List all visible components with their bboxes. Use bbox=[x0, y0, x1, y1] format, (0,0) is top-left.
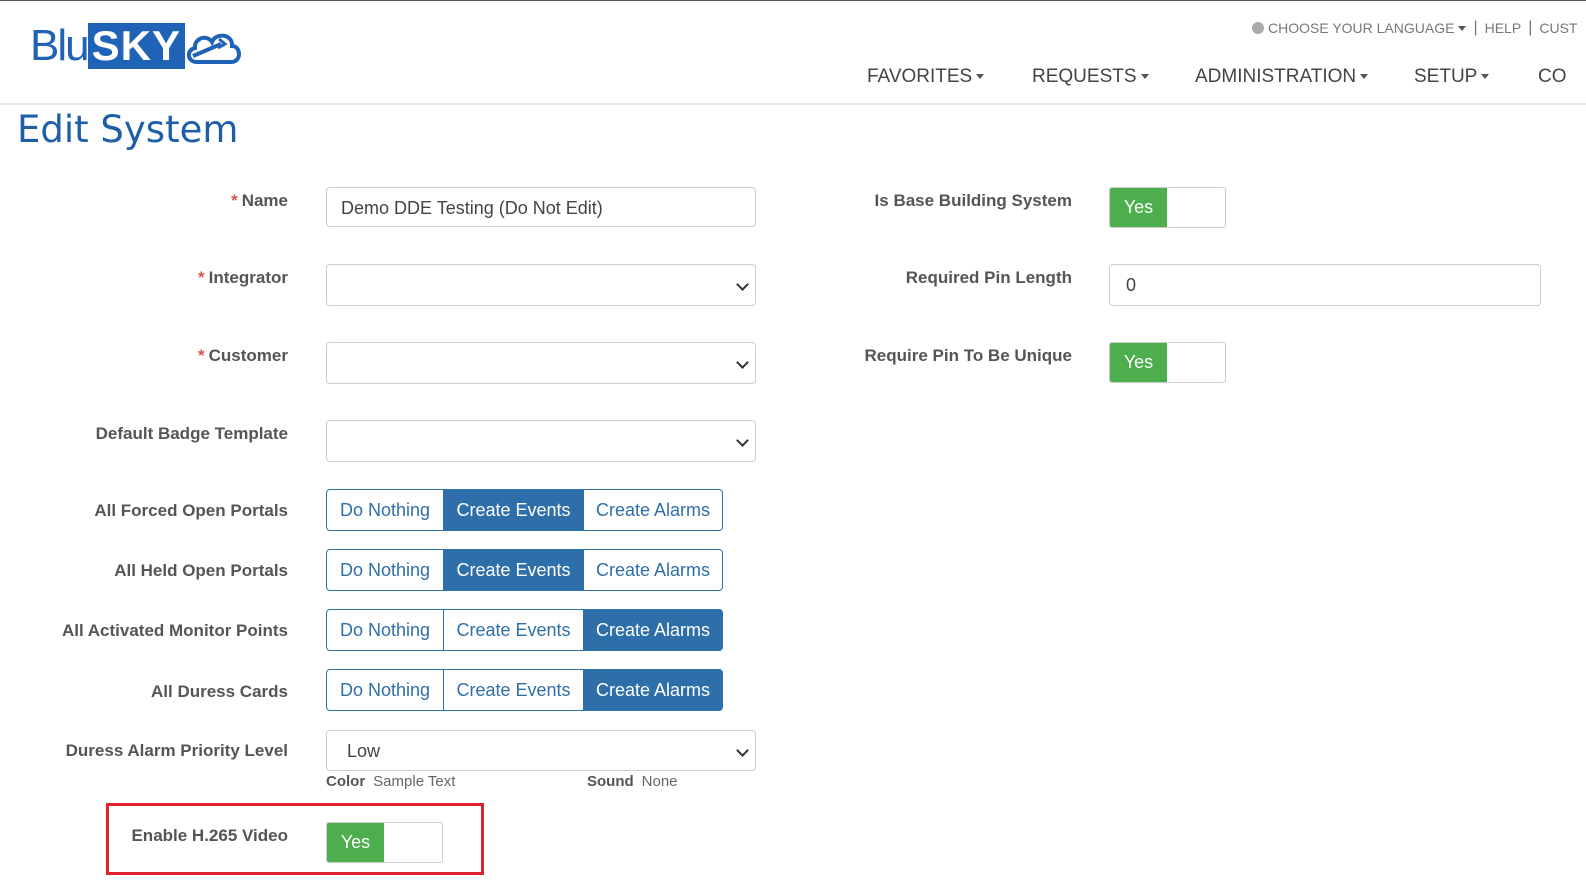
held-open-label: All Held Open Portals bbox=[114, 561, 288, 580]
name-input[interactable]: Demo DDE Testing (Do Not Edit) bbox=[326, 187, 756, 227]
held-open-do-nothing[interactable]: Do Nothing bbox=[326, 549, 444, 591]
duress-cards-label: All Duress Cards bbox=[151, 682, 288, 701]
forced-open-do-nothing[interactable]: Do Nothing bbox=[326, 489, 444, 531]
customer-label-text: Customer bbox=[208, 346, 288, 365]
duress-cards-create-alarms[interactable]: Create Alarms bbox=[583, 669, 723, 711]
globe-icon bbox=[1252, 22, 1264, 34]
cloud-icon bbox=[186, 33, 241, 64]
monitor-points-create-events[interactable]: Create Events bbox=[443, 609, 584, 651]
caret-down-icon bbox=[1140, 74, 1149, 80]
nav-requests-label: REQUESTS bbox=[1032, 66, 1137, 87]
nav-more-label: CO bbox=[1538, 66, 1567, 87]
duress-priority-label: Duress Alarm Priority Level bbox=[65, 741, 288, 760]
help-link[interactable]: HELP bbox=[1485, 20, 1522, 36]
base-building-toggle-yes: Yes bbox=[1110, 188, 1167, 227]
pin-unique-toggle[interactable]: Yes bbox=[1109, 342, 1226, 383]
forced-open-options: Do Nothing Create Events Create Alarms bbox=[326, 489, 723, 531]
sound-value: None bbox=[641, 773, 678, 790]
held-open-options: Do Nothing Create Events Create Alarms bbox=[326, 549, 723, 591]
h265-toggle[interactable]: Yes bbox=[326, 822, 443, 863]
pin-length-label: Required Pin Length bbox=[905, 268, 1072, 287]
base-building-toggle[interactable]: Yes bbox=[1109, 187, 1226, 228]
monitor-points-label: All Activated Monitor Points bbox=[61, 621, 288, 640]
sound-label: Sound bbox=[587, 773, 634, 790]
required-asterisk: * bbox=[198, 268, 205, 287]
logo-text-sky: SKY bbox=[87, 23, 185, 69]
color-sample-text: Sample Text bbox=[373, 773, 456, 790]
pin-unique-toggle-yes: Yes bbox=[1110, 343, 1167, 382]
name-label-text: Name bbox=[241, 191, 288, 210]
pin-unique-label: Require Pin To Be Unique bbox=[864, 346, 1072, 365]
caret-down-icon bbox=[1458, 25, 1467, 31]
customer-label: * Customer bbox=[198, 346, 288, 366]
monitor-points-do-nothing[interactable]: Do Nothing bbox=[326, 609, 444, 651]
duress-cards-do-nothing[interactable]: Do Nothing bbox=[326, 669, 444, 711]
badge-template-select[interactable] bbox=[326, 420, 756, 462]
duress-cards-options: Do Nothing Create Events Create Alarms bbox=[326, 669, 723, 711]
color-label: Color bbox=[326, 773, 366, 790]
integrator-label: * Integrator bbox=[198, 268, 288, 288]
sound-info: Sound None bbox=[587, 773, 678, 790]
base-building-label: Is Base Building System bbox=[874, 191, 1072, 210]
caret-down-icon bbox=[976, 74, 985, 80]
forced-open-create-alarms[interactable]: Create Alarms bbox=[583, 489, 723, 531]
forced-open-label: All Forced Open Portals bbox=[94, 501, 288, 520]
page-title: Edit System bbox=[17, 108, 239, 151]
integrator-select[interactable] bbox=[326, 264, 756, 306]
nav-more[interactable]: CO bbox=[1538, 66, 1567, 88]
nav-favorites[interactable]: FAVORITES bbox=[867, 66, 985, 88]
utility-links: CHOOSE YOUR LANGUAGE | HELP | CUST bbox=[1252, 19, 1577, 37]
nav-setup-label: SETUP bbox=[1414, 66, 1478, 87]
monitor-points-create-alarms[interactable]: Create Alarms bbox=[583, 609, 723, 651]
nav-requests[interactable]: REQUESTS bbox=[1032, 66, 1149, 88]
site-header: Blu SKY CHOOSE YOUR LANGUAGE | HELP | CU… bbox=[0, 1, 1586, 105]
badge-template-label: Default Badge Template bbox=[95, 424, 288, 443]
monitor-points-options: Do Nothing Create Events Create Alarms bbox=[326, 609, 723, 651]
logo-text-blu: Blu bbox=[30, 21, 90, 70]
nav-setup[interactable]: SETUP bbox=[1414, 66, 1490, 88]
customer-link[interactable]: CUST bbox=[1539, 20, 1577, 36]
held-open-create-alarms[interactable]: Create Alarms bbox=[583, 549, 723, 591]
integrator-label-text: Integrator bbox=[208, 268, 288, 287]
forced-open-create-events[interactable]: Create Events bbox=[443, 489, 584, 531]
pin-length-input[interactable]: 0 bbox=[1109, 264, 1541, 306]
divider: | bbox=[1528, 19, 1533, 36]
h265-label: Enable H.265 Video bbox=[131, 826, 288, 845]
name-label: * Name bbox=[231, 191, 288, 211]
duress-priority-select[interactable]: Low bbox=[326, 730, 756, 771]
nav-favorites-label: FAVORITES bbox=[867, 66, 973, 87]
duress-cards-create-events[interactable]: Create Events bbox=[443, 669, 584, 711]
nav-administration-label: ADMINISTRATION bbox=[1195, 66, 1357, 87]
h265-toggle-yes: Yes bbox=[327, 823, 384, 862]
required-asterisk: * bbox=[231, 191, 238, 210]
color-info: Color Sample Text bbox=[326, 773, 455, 790]
required-asterisk: * bbox=[198, 346, 205, 365]
caret-down-icon bbox=[1360, 74, 1369, 80]
divider: | bbox=[1473, 19, 1478, 36]
bluesky-logo[interactable]: Blu SKY bbox=[30, 21, 245, 71]
nav-administration[interactable]: ADMINISTRATION bbox=[1195, 66, 1369, 88]
language-selector[interactable]: CHOOSE YOUR LANGUAGE bbox=[1268, 20, 1454, 36]
customer-select[interactable] bbox=[326, 342, 756, 384]
held-open-create-events[interactable]: Create Events bbox=[443, 549, 584, 591]
caret-down-icon bbox=[1481, 74, 1490, 80]
